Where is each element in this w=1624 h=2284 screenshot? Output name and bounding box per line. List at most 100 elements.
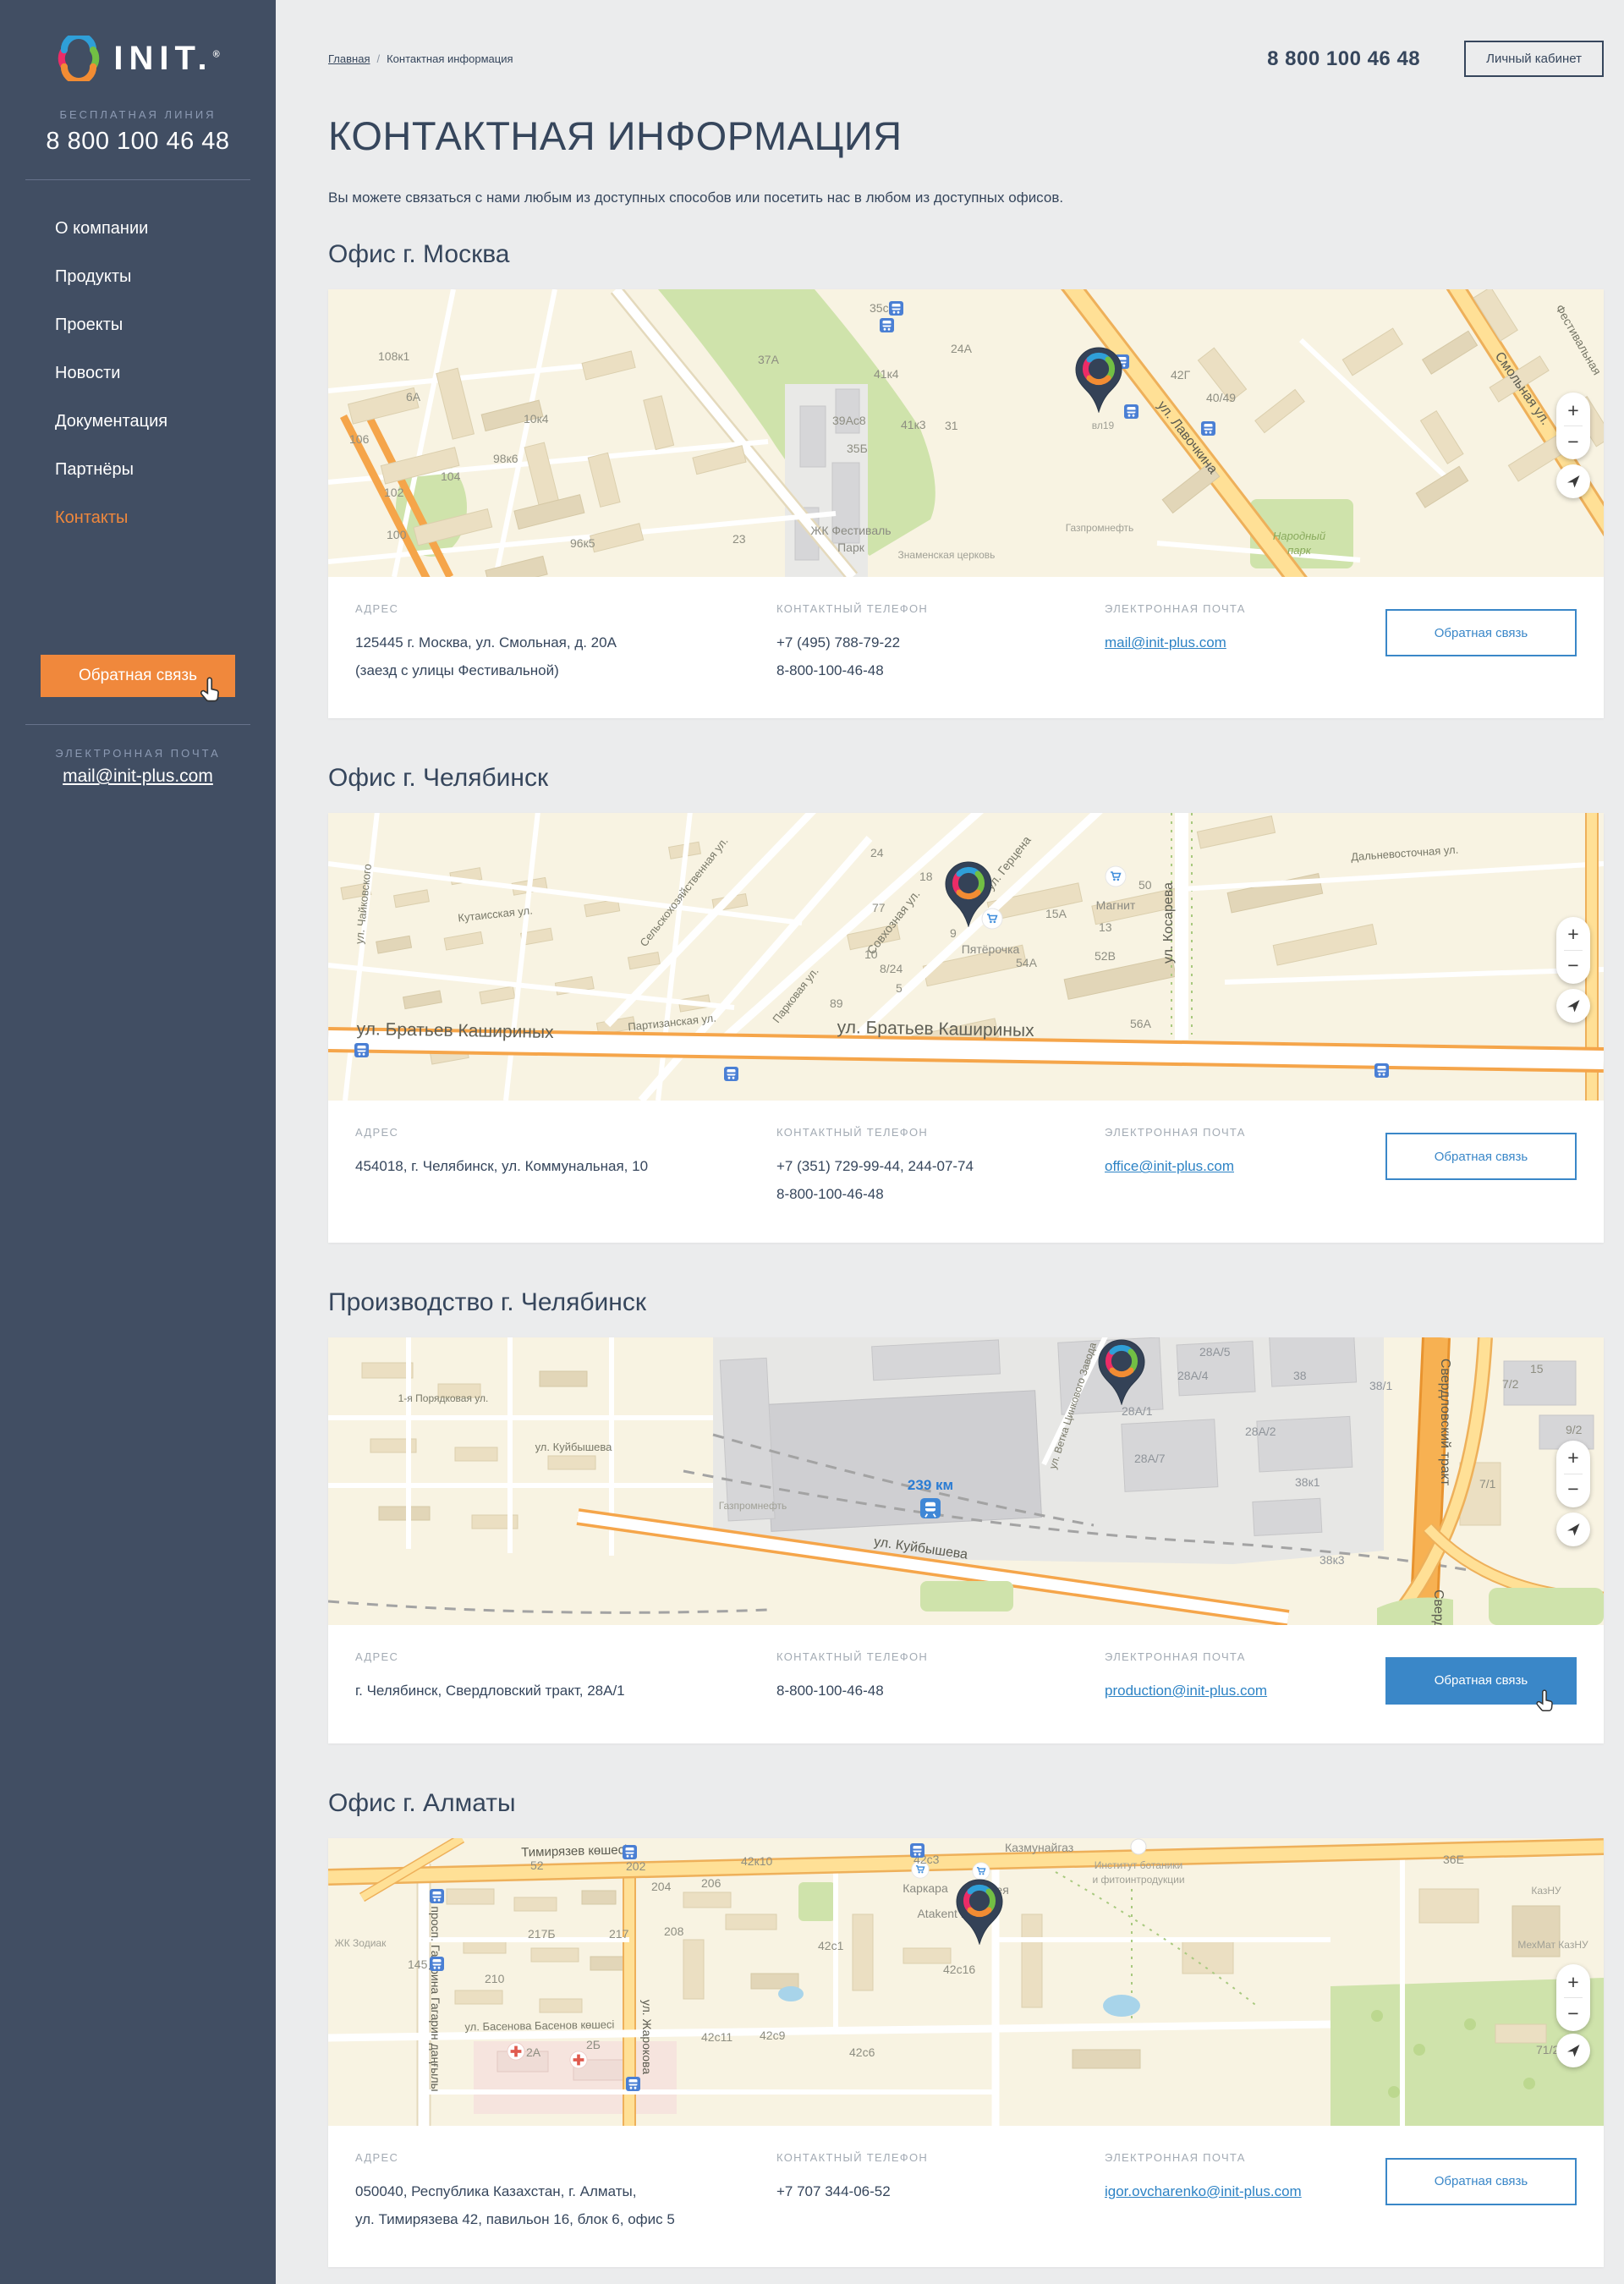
- svg-text:ул. Куйбышева: ул. Куйбышева: [535, 1441, 613, 1453]
- office-email-link[interactable]: office@init-plus.com: [1105, 1158, 1234, 1174]
- breadcrumb-home-link[interactable]: Главная: [328, 52, 370, 65]
- svg-text:ул. Братьев Кашириных: ул. Братьев Кашириных: [356, 1019, 554, 1042]
- svg-text:Тимирязев көшесі: Тимирязев көшесі: [521, 1842, 628, 1859]
- office-email-link[interactable]: mail@init-plus.com: [1105, 634, 1226, 651]
- svg-text:96к5: 96к5: [570, 536, 595, 550]
- email-label: ЭЛЕКТРОННАЯ ПОЧТА: [1105, 1650, 1385, 1663]
- hand-cursor-icon: [1534, 1689, 1556, 1715]
- svg-text:Парк: Парк: [837, 541, 865, 554]
- geolocate-button[interactable]: [1556, 2034, 1590, 2067]
- svg-text:208: 208: [664, 1924, 684, 1938]
- map-canvas[interactable]: Тимирязев көшесі просп. Гагарина Гагарин…: [328, 1838, 1604, 2126]
- svg-text:42с1: 42с1: [818, 1939, 844, 1952]
- sidebar-email-label: ЭЛЕКТРОННАЯ ПОЧТА: [0, 747, 276, 760]
- svg-text:7/2: 7/2: [1502, 1377, 1519, 1391]
- office-heading: Офис г. Челябинск: [328, 764, 1604, 793]
- svg-text:ул. Косарева: ул. Косарева: [1161, 882, 1176, 964]
- sidebar-item-products[interactable]: Продукты: [55, 267, 276, 287]
- zoom-out-button[interactable]: −: [1556, 426, 1590, 457]
- svg-text:1-я Порядковая ул.: 1-я Порядковая ул.: [398, 1392, 489, 1404]
- phone-line: 8-800-100-46-48: [776, 1677, 1105, 1705]
- svg-text:6А: 6А: [406, 390, 421, 404]
- address-line: 454018, г. Челябинск, ул. Коммунальная, …: [355, 1152, 776, 1180]
- geolocate-button[interactable]: [1556, 989, 1590, 1023]
- office-email-link[interactable]: production@init-plus.com: [1105, 1683, 1267, 1699]
- sidebar-item-news[interactable]: Новости: [55, 364, 276, 383]
- svg-text:37А: 37А: [758, 353, 780, 366]
- contact-info-row: АДРЕС г. Челябинск, Свердловский тракт, …: [328, 1625, 1604, 1743]
- zoom-in-button[interactable]: +: [1556, 1967, 1590, 1997]
- sidebar-item-projects[interactable]: Проекты: [55, 316, 276, 335]
- svg-text:217: 217: [609, 1927, 629, 1941]
- breadcrumb-separator: /: [376, 52, 380, 65]
- phone-label: КОНТАКТНЫЙ ТЕЛЕФОН: [776, 602, 1105, 615]
- map-canvas[interactable]: ул. Братьев Кашириных ул. Братьев Кашири…: [328, 813, 1604, 1101]
- account-button[interactable]: Личный кабинет: [1464, 41, 1604, 77]
- phone-column: КОНТАКТНЫЙ ТЕЛЕФОН +7 (495) 788-79-22 8-…: [776, 602, 1105, 684]
- zoom-in-button[interactable]: +: [1556, 395, 1590, 426]
- office-feedback-button[interactable]: Обратная связь: [1385, 609, 1577, 656]
- sidebar-feedback-button[interactable]: Обратная связь: [41, 655, 235, 697]
- email-column: ЭЛЕКТРОННАЯ ПОЧТА production@init-plus.c…: [1105, 1650, 1385, 1710]
- zoom-in-button[interactable]: +: [1556, 920, 1590, 950]
- geolocate-button[interactable]: [1556, 1513, 1590, 1546]
- feedback-label: Обратная связь: [1435, 1673, 1528, 1688]
- address-line: 125445 г. Москва, ул. Смольная, д. 20А: [355, 629, 776, 656]
- svg-text:5: 5: [896, 981, 903, 995]
- sidebar-email-link[interactable]: mail@init-plus.com: [0, 766, 276, 787]
- office-email-link[interactable]: igor.ovcharenko@init-plus.com: [1105, 2183, 1302, 2199]
- svg-text:41к3: 41к3: [901, 418, 926, 431]
- svg-text:42с6: 42с6: [849, 2045, 875, 2059]
- svg-text:Газпромнефть: Газпромнефть: [1066, 522, 1134, 534]
- phone-line: 8-800-100-46-48: [776, 1180, 1105, 1208]
- top-bar: Главная/Контактная информация 8 800 100 …: [328, 0, 1604, 77]
- svg-text:56А: 56А: [1130, 1017, 1152, 1030]
- map-canvas[interactable]: Свердловский тракт ул. Куйбышева ул. Куй…: [328, 1337, 1604, 1625]
- phone-line: +7 (351) 729-99-44, 244-07-74: [776, 1152, 1105, 1180]
- zoom-out-button[interactable]: −: [1556, 1474, 1590, 1505]
- svg-text:38/1: 38/1: [1369, 1379, 1392, 1392]
- svg-text:54А: 54А: [1016, 956, 1038, 969]
- svg-text:2Б: 2Б: [586, 2038, 601, 2051]
- svg-text:ЖК Фестиваль: ЖК Фестиваль: [810, 524, 891, 537]
- zoom-out-button[interactable]: −: [1556, 951, 1590, 981]
- sidebar-item-about[interactable]: О компании: [55, 219, 276, 239]
- office-feedback-button-hover[interactable]: Обратная связь: [1385, 1657, 1577, 1705]
- office-feedback-button[interactable]: Обратная связь: [1385, 2158, 1577, 2205]
- svg-text:Народный: Народный: [1273, 530, 1325, 542]
- phone-label: КОНТАКТНЫЙ ТЕЛЕФОН: [776, 1650, 1105, 1663]
- svg-text:42с16: 42с16: [943, 1963, 975, 1976]
- office-card: ул. Братьев Кашириных ул. Братьев Кашири…: [328, 813, 1604, 1242]
- office-feedback-button[interactable]: Обратная связь: [1385, 1133, 1577, 1180]
- svg-text:106: 106: [349, 432, 370, 446]
- office-card: Тимирязев көшесі просп. Гагарина Гагарин…: [328, 1838, 1604, 2267]
- svg-text:7/1: 7/1: [1479, 1477, 1496, 1491]
- map-chelyabinsk-office[interactable]: ул. Братьев Кашириных ул. Братьев Кашири…: [328, 813, 1604, 1101]
- map-zoom-controls: + −: [1556, 1964, 1590, 2031]
- zoom-out-button[interactable]: −: [1556, 1998, 1590, 2029]
- svg-text:41к4: 41к4: [874, 367, 899, 381]
- sidebar-item-docs[interactable]: Документация: [55, 412, 276, 431]
- svg-text:28А/7: 28А/7: [1134, 1452, 1166, 1465]
- svg-text:и фитоинтродукции: и фитоинтродукции: [1092, 1874, 1184, 1886]
- svg-text:9: 9: [950, 926, 957, 940]
- sidebar-item-contacts[interactable]: Контакты: [55, 508, 276, 528]
- svg-text:10к4: 10к4: [524, 412, 549, 426]
- svg-text:210: 210: [485, 1972, 505, 1985]
- sidebar-item-partners[interactable]: Партнёры: [55, 460, 276, 480]
- svg-text:35Б: 35Б: [847, 442, 868, 455]
- email-label: ЭЛЕКТРОННАЯ ПОЧТА: [1105, 602, 1385, 615]
- map-almaty[interactable]: Тимирязев көшесі просп. Гагарина Гагарин…: [328, 1838, 1604, 2126]
- svg-text:206: 206: [701, 1876, 721, 1890]
- address-column: АДРЕС 454018, г. Челябинск, ул. Коммунал…: [355, 1126, 776, 1208]
- sidebar-nav: О компании Продукты Проекты Новости Доку…: [55, 219, 276, 528]
- address-label: АДРЕС: [355, 1126, 776, 1139]
- geolocate-icon: [1565, 473, 1582, 490]
- logo[interactable]: INIT.®: [0, 36, 276, 81]
- map-moscow[interactable]: Смольная ул. ул. Лавочкина Фестивальная …: [328, 289, 1604, 577]
- map-canvas[interactable]: Смольная ул. ул. Лавочкина Фестивальная …: [328, 289, 1604, 577]
- shop-icon: [982, 909, 1002, 929]
- map-production[interactable]: Свердловский тракт ул. Куйбышева ул. Куй…: [328, 1337, 1604, 1625]
- zoom-in-button[interactable]: +: [1556, 1443, 1590, 1474]
- svg-text:ул. Братьев Кашириных: ул. Братьев Кашириных: [837, 1018, 1034, 1040]
